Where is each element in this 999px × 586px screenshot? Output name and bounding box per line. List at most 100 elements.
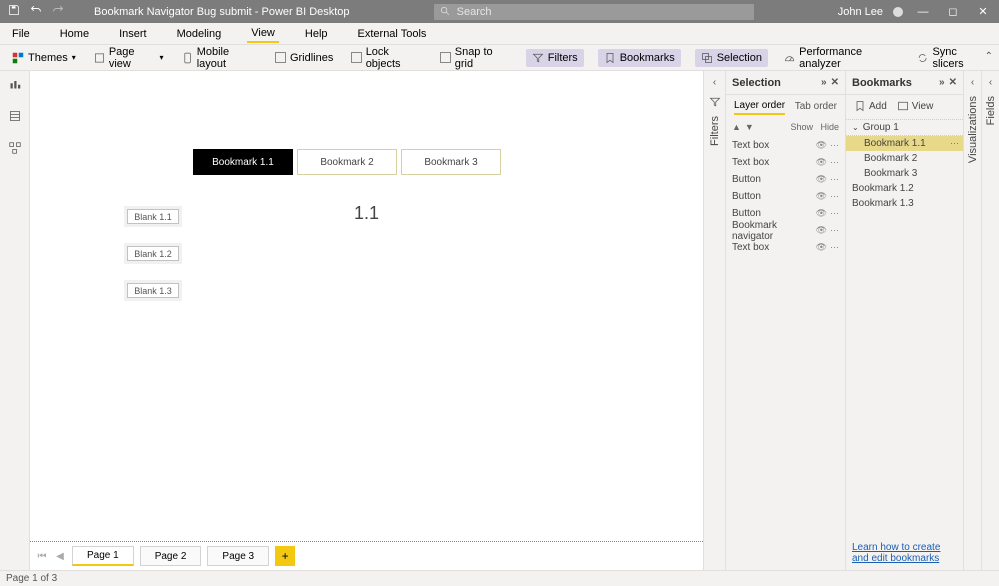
search-placeholder: Search xyxy=(457,6,492,18)
eye-icon[interactable]: 👁 xyxy=(816,242,827,253)
popout-icon[interactable]: » xyxy=(821,77,827,88)
popout-icon[interactable]: » xyxy=(939,77,945,88)
bookmark-item[interactable]: Bookmark 3 xyxy=(846,166,963,181)
more-icon[interactable]: ⋯ xyxy=(830,140,839,151)
more-icon[interactable]: ⋯ xyxy=(830,174,839,185)
eye-icon[interactable]: 👁 xyxy=(816,157,827,168)
expand-filters-icon[interactable]: ‹ xyxy=(713,77,716,88)
lock-button[interactable]: Lock objects xyxy=(349,44,424,72)
menu-modeling[interactable]: Modeling xyxy=(173,26,226,42)
blank-button-1[interactable]: Blank 1.1 xyxy=(127,209,179,224)
maximize-button[interactable]: ◻ xyxy=(943,5,963,18)
blank-button-2[interactable]: Blank 1.2 xyxy=(127,246,179,261)
menu-view[interactable]: View xyxy=(247,25,279,43)
close-icon[interactable]: ✕ xyxy=(831,77,839,88)
selection-button[interactable]: Selection xyxy=(695,49,768,67)
expand-fields-icon[interactable]: ‹ xyxy=(989,77,992,88)
more-icon[interactable]: ⋯ xyxy=(950,138,959,149)
page-tab-1[interactable]: Page 1 xyxy=(72,546,134,566)
list-item[interactable]: Text box👁⋯ xyxy=(726,137,845,154)
canvas-wrap: Bookmark 1.1 Bookmark 2 Bookmark 3 Blank… xyxy=(30,71,703,570)
report-view-icon[interactable] xyxy=(8,77,22,91)
layer-order-tab[interactable]: Layer order xyxy=(734,98,785,115)
bookmarks-help-link[interactable]: Learn how to create and edit bookmarks xyxy=(846,536,963,570)
add-bookmark-button[interactable]: Add xyxy=(854,100,887,112)
hide-label[interactable]: Hide xyxy=(820,122,839,132)
menu-external[interactable]: External Tools xyxy=(354,26,431,42)
minimize-button[interactable]: — xyxy=(913,6,933,18)
bookmark-tab-2[interactable]: Bookmark 2 xyxy=(297,149,397,175)
title-bar: Bookmark Navigator Bug submit - Power BI… xyxy=(0,0,999,23)
canvas[interactable]: Bookmark 1.1 Bookmark 2 Bookmark 3 Blank… xyxy=(30,71,703,542)
eye-icon[interactable]: 👁 xyxy=(816,140,827,151)
filters-label[interactable]: Filters xyxy=(709,116,721,146)
more-icon[interactable]: ⋯ xyxy=(830,225,839,236)
gridlines-button[interactable]: Gridlines xyxy=(273,50,335,66)
page-tab-2[interactable]: Page 2 xyxy=(140,546,202,566)
fields-label[interactable]: Fields xyxy=(985,96,997,125)
model-view-icon[interactable] xyxy=(8,141,22,155)
snap-button[interactable]: Snap to grid xyxy=(438,44,511,72)
menu-insert[interactable]: Insert xyxy=(115,26,151,42)
bookmarks-button[interactable]: Bookmarks xyxy=(598,49,681,67)
list-item[interactable]: Bookmark navigator👁⋯ xyxy=(726,222,845,239)
more-icon[interactable]: ⋯ xyxy=(830,157,839,168)
viz-label[interactable]: Visualizations xyxy=(967,96,979,163)
bookmarks-list: ⌄ Group 1 Bookmark 1.1 ⋯ Bookmark 2 Book… xyxy=(846,117,963,536)
canvas-text: 1.1 xyxy=(354,203,379,224)
menu-file[interactable]: File xyxy=(8,26,34,42)
move-down-icon[interactable]: ▼ xyxy=(745,122,754,132)
show-label[interactable]: Show xyxy=(790,122,813,132)
mobile-button[interactable]: Mobile layout xyxy=(180,44,259,72)
list-item[interactable]: Text box👁⋯ xyxy=(726,239,845,256)
selection-panel: Selection » ✕ Layer order Tab order ▲ ▼ … xyxy=(725,71,845,570)
search-icon xyxy=(440,6,451,17)
tab-order-tab[interactable]: Tab order xyxy=(795,99,837,114)
perf-button[interactable]: Performance analyzer xyxy=(782,44,901,72)
add-page-button[interactable]: + xyxy=(275,546,295,566)
avatar[interactable] xyxy=(893,7,903,17)
page-tab-3[interactable]: Page 3 xyxy=(207,546,269,566)
bookmark-tab-1[interactable]: Bookmark 1.1 xyxy=(193,149,293,175)
data-view-icon[interactable] xyxy=(8,109,22,123)
blank-button-3[interactable]: Blank 1.3 xyxy=(127,283,179,298)
more-icon[interactable]: ⋯ xyxy=(830,208,839,219)
prev-page-icon[interactable]: ◀ xyxy=(54,551,66,562)
user-name[interactable]: John Lee xyxy=(838,6,883,18)
bookmark-navigator: Bookmark 1.1 Bookmark 2 Bookmark 3 xyxy=(193,149,501,175)
move-up-icon[interactable]: ▲ xyxy=(732,122,741,132)
themes-button[interactable]: Themes▾ xyxy=(10,50,78,66)
redo-icon[interactable] xyxy=(52,4,64,19)
bookmark-item[interactable]: Bookmark 1.1 ⋯ xyxy=(846,136,963,151)
bookmark-tab-3[interactable]: Bookmark 3 xyxy=(401,149,501,175)
sync-button[interactable]: Sync slicers xyxy=(915,44,989,72)
ribbon-collapse-icon[interactable]: ⌃ xyxy=(985,51,993,62)
eye-icon[interactable]: 👁 xyxy=(816,208,827,219)
view-bookmark-button[interactable]: View xyxy=(897,100,934,112)
more-icon[interactable]: ⋯ xyxy=(830,242,839,253)
pageview-button[interactable]: Page view▾ xyxy=(92,44,166,72)
save-icon[interactable] xyxy=(8,4,20,19)
eye-icon[interactable]: 👁 xyxy=(816,225,827,236)
menu-help[interactable]: Help xyxy=(301,26,332,42)
chevron-down-icon: ⌄ xyxy=(852,123,859,132)
more-icon[interactable]: ⋯ xyxy=(830,191,839,202)
list-item[interactable]: Button👁⋯ xyxy=(726,188,845,205)
close-button[interactable]: ✕ xyxy=(973,5,993,18)
undo-icon[interactable] xyxy=(30,4,42,19)
filters-button[interactable]: Filters xyxy=(526,49,584,67)
eye-icon[interactable]: 👁 xyxy=(816,174,827,185)
bookmark-item[interactable]: Bookmark 1.3 xyxy=(846,196,963,211)
page-icon xyxy=(94,52,105,64)
bookmark-item[interactable]: Bookmark 2 xyxy=(846,151,963,166)
menu-home[interactable]: Home xyxy=(56,26,93,42)
bookmark-group[interactable]: ⌄ Group 1 xyxy=(846,119,963,136)
close-icon[interactable]: ✕ xyxy=(949,77,957,88)
bookmark-item[interactable]: Bookmark 1.2 xyxy=(846,181,963,196)
search-box[interactable]: Search xyxy=(434,4,754,20)
first-page-icon[interactable]: ⏮ xyxy=(36,551,48,562)
eye-icon[interactable]: 👁 xyxy=(816,191,827,202)
expand-viz-icon[interactable]: ‹ xyxy=(971,77,974,88)
list-item[interactable]: Button👁⋯ xyxy=(726,171,845,188)
list-item[interactable]: Text box👁⋯ xyxy=(726,154,845,171)
